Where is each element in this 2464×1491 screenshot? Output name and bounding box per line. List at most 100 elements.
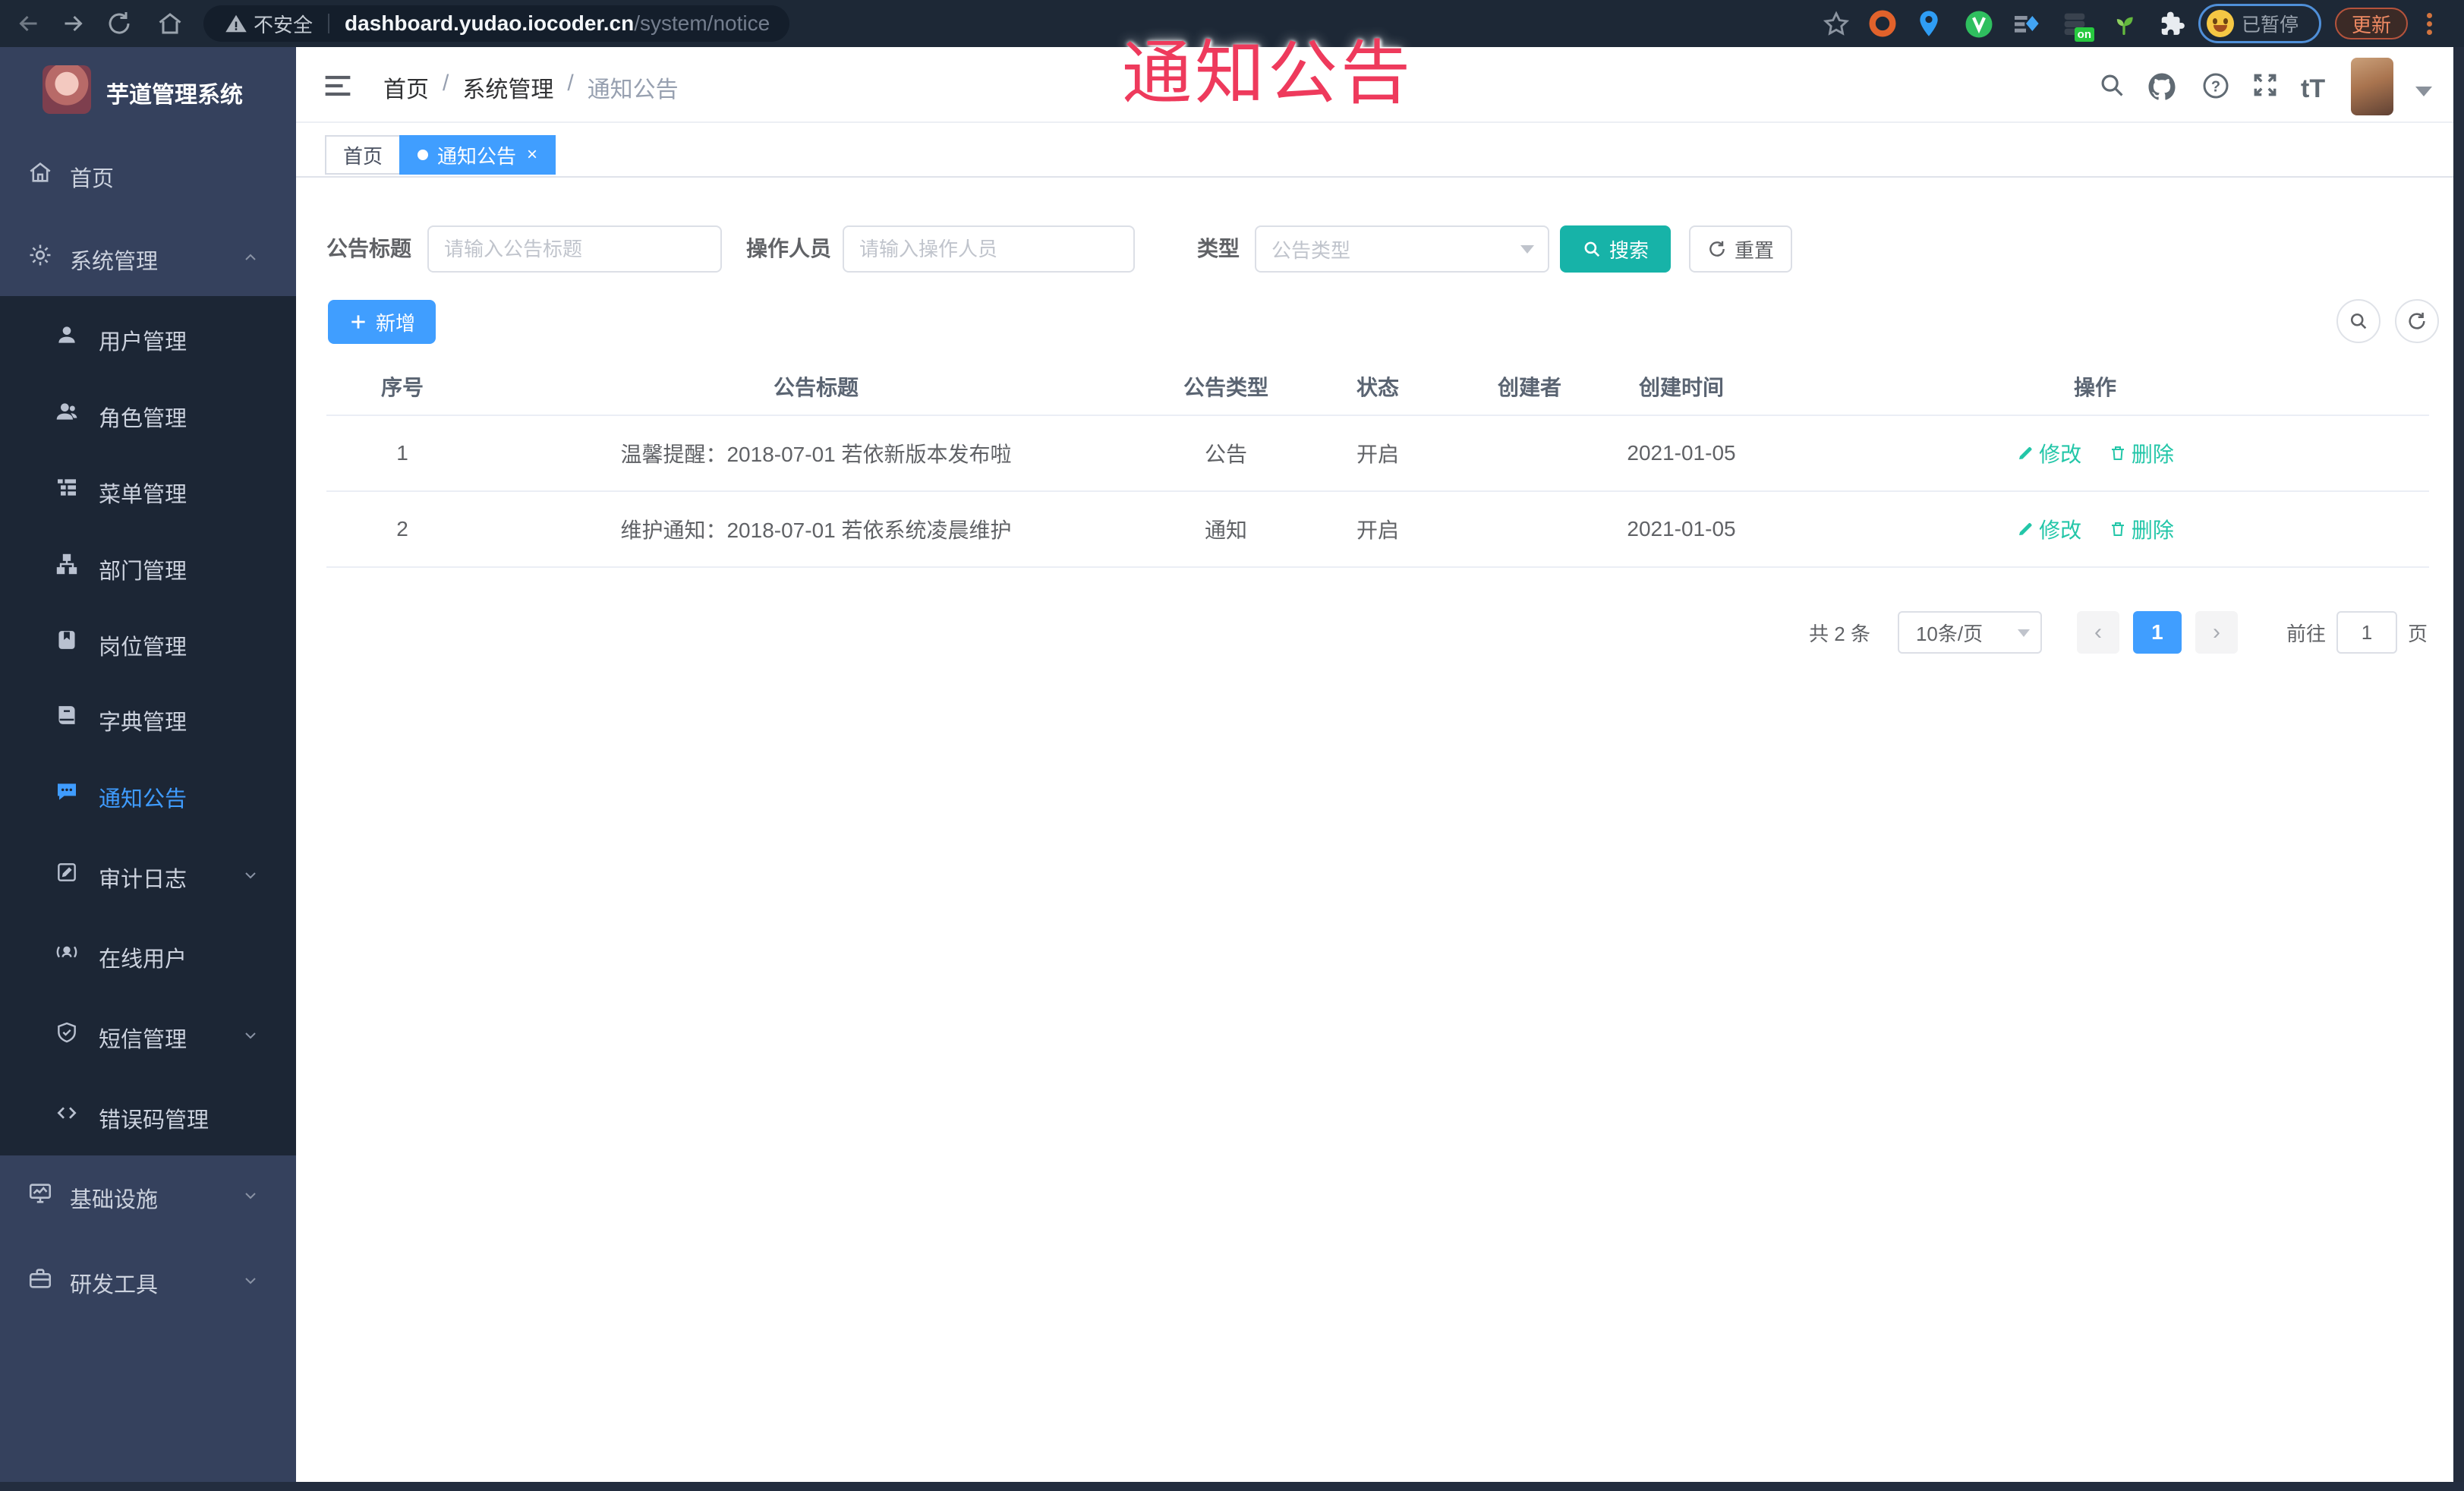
page-scrollbar[interactable] — [2453, 47, 2464, 1491]
pagination: 共 2 条 10条/页 ‹ 1 › 前往 页 — [1809, 610, 2428, 654]
sidebar-item-home[interactable]: 首页 — [0, 135, 296, 211]
add-notice-button[interactable]: 新增 — [328, 300, 436, 344]
chevron-down-icon — [241, 1026, 260, 1045]
sidebar-item-error-code[interactable]: 错误码管理 — [0, 1076, 296, 1152]
security-label[interactable]: 不安全 — [254, 10, 313, 38]
post-badge-icon — [55, 628, 79, 652]
sidebar-item-role-mgmt[interactable]: 角色管理 — [0, 375, 296, 451]
browser-reload-icon[interactable] — [106, 10, 133, 37]
sidebar-item-dict-mgmt[interactable]: 字典管理 — [0, 679, 296, 755]
extension-blue-diamond-icon[interactable] — [2011, 8, 2041, 39]
notice-title-label: 公告标题 — [326, 237, 412, 260]
url-path: /system/notice — [634, 11, 770, 35]
app-title: 芋道管理系统 — [106, 83, 243, 108]
browser-update-button[interactable]: 更新 — [2335, 8, 2408, 39]
header-search-icon[interactable] — [2097, 71, 2126, 99]
edit-link[interactable]: 修改 — [2016, 514, 2081, 544]
notice-title-input[interactable] — [427, 225, 722, 273]
help-question-icon[interactable]: ? — [2201, 71, 2231, 101]
delete-link[interactable]: 删除 — [2109, 438, 2174, 468]
extensions-puzzle-icon[interactable] — [2158, 8, 2188, 39]
goto-page-input[interactable] — [2336, 611, 2397, 654]
delete-link[interactable]: 删除 — [2109, 514, 2174, 544]
chevron-down-icon — [241, 1272, 260, 1290]
browser-menu-kebab-icon[interactable] — [2426, 10, 2432, 38]
browser-profile-chip[interactable]: 已暂停 — [2198, 4, 2321, 43]
operator-input[interactable] — [843, 225, 1135, 273]
breadcrumb-separator: / — [567, 71, 574, 96]
table-header-row: 序号 公告标题 公告类型 状态 创建者 创建时间 操作 — [326, 358, 2429, 416]
search-button[interactable]: 搜索 — [1560, 225, 1671, 273]
type-label: 类型 — [1197, 237, 1240, 260]
home-icon — [27, 159, 53, 185]
sidebar-item-notice[interactable]: 通知公告 — [0, 755, 296, 831]
active-tab-dot — [417, 150, 428, 160]
sidebar-item-online-users[interactable]: 在线用户 — [0, 916, 296, 991]
next-page-button[interactable]: › — [2195, 611, 2238, 654]
sidebar-item-infrastructure[interactable]: 基础设施 — [0, 1156, 296, 1232]
app-logo-row[interactable]: 芋道管理系统 — [0, 65, 296, 118]
sidebar-toggle-hamburger-icon[interactable] — [323, 72, 353, 99]
edit-pencil-icon — [2019, 446, 2032, 459]
svg-text:?: ? — [2211, 79, 2220, 96]
prev-page-button[interactable]: ‹ — [2076, 611, 2119, 654]
sidebar-item-dept-mgmt[interactable]: 部门管理 — [0, 528, 296, 604]
page-number-1[interactable]: 1 — [2132, 611, 2182, 654]
window-bottom-edge — [0, 1482, 2464, 1491]
breadcrumb-section[interactable]: 系统管理 — [462, 71, 553, 104]
sidebar-item-audit-log[interactable]: 审计日志 — [0, 836, 296, 912]
online-user-icon — [55, 940, 79, 964]
breadcrumb: 首页 / 系统管理 / 通知公告 — [383, 71, 679, 104]
code-icon — [55, 1101, 79, 1125]
sidebar-item-post-mgmt[interactable]: 岗位管理 — [0, 604, 296, 679]
tab-home[interactable]: 首页 — [325, 135, 402, 175]
edit-link[interactable]: 修改 — [2016, 438, 2081, 468]
sidebar: 芋道管理系统 首页 系统管理 用户管理 角色管理 菜单管理 部门管理 岗位管理 … — [0, 47, 296, 1482]
trash-icon — [2111, 522, 2124, 536]
font-size-icon[interactable]: tT — [2301, 74, 2325, 104]
tab-notice-active[interactable]: 通知公告 × — [399, 135, 556, 175]
refresh-icon — [1709, 241, 1725, 257]
address-bar[interactable]: 不安全 dashboard.yudao.iocoder.cn/system/no… — [203, 5, 789, 42]
browser-forward-icon[interactable] — [59, 10, 87, 37]
user-avatar[interactable] — [2351, 58, 2393, 115]
avatar-caret-down-icon[interactable] — [2415, 87, 2432, 96]
github-icon[interactable] — [2146, 71, 2178, 102]
reset-button[interactable]: 重置 — [1689, 225, 1792, 273]
breadcrumb-current: 通知公告 — [587, 77, 679, 102]
extension-green-circle-icon[interactable] — [1963, 8, 1993, 39]
search-icon — [1584, 241, 1600, 257]
col-header-type: 公告类型 — [1183, 376, 1268, 399]
page-size-select[interactable]: 10条/页 — [1897, 611, 2042, 654]
sidebar-item-sms-mgmt[interactable]: 短信管理 — [0, 996, 296, 1072]
sidebar-item-system[interactable]: 系统管理 — [0, 218, 296, 294]
col-header-creator: 创建者 — [1497, 376, 1561, 399]
toggle-search-tool-button[interactable] — [2336, 299, 2381, 343]
sync-paused-label: 已暂停 — [2242, 14, 2299, 36]
tab-close-icon[interactable]: × — [527, 146, 537, 164]
browser-back-icon[interactable] — [15, 10, 43, 37]
refresh-table-tool-button[interactable] — [2395, 299, 2439, 343]
table-row: 2 维护通知：2018-07-01 若依系统凌晨维护 通知 开启 2021-01… — [326, 492, 2429, 568]
search-icon — [2350, 313, 2367, 329]
sidebar-item-dev-tools[interactable]: 研发工具 — [0, 1241, 296, 1317]
tree-table-icon — [55, 475, 79, 500]
fullscreen-icon[interactable] — [2251, 71, 2280, 99]
sidebar-item-menu-mgmt[interactable]: 菜单管理 — [0, 451, 296, 527]
col-header-index: 序号 — [380, 376, 424, 399]
extension-location-pin-icon[interactable] — [1914, 8, 1944, 39]
browser-home-icon[interactable] — [156, 10, 184, 37]
extension-on-badge: on — [2074, 27, 2094, 42]
sidebar-item-user-mgmt[interactable]: 用户管理 — [0, 298, 296, 374]
chevron-down-icon — [241, 866, 260, 884]
monitor-chart-icon — [27, 1181, 53, 1206]
extension-database-on-icon[interactable]: on — [2059, 8, 2094, 42]
notice-type-select[interactable]: 公告类型 — [1255, 225, 1549, 273]
extension-orange-donut-icon[interactable] — [1867, 8, 1898, 39]
breadcrumb-home[interactable]: 首页 — [383, 71, 429, 104]
trash-icon — [2111, 446, 2124, 460]
refresh-icon — [2409, 312, 2425, 329]
bookmark-star-icon[interactable] — [1822, 10, 1851, 39]
extension-sprout-icon[interactable] — [2109, 8, 2139, 39]
toolbox-icon — [27, 1266, 53, 1291]
